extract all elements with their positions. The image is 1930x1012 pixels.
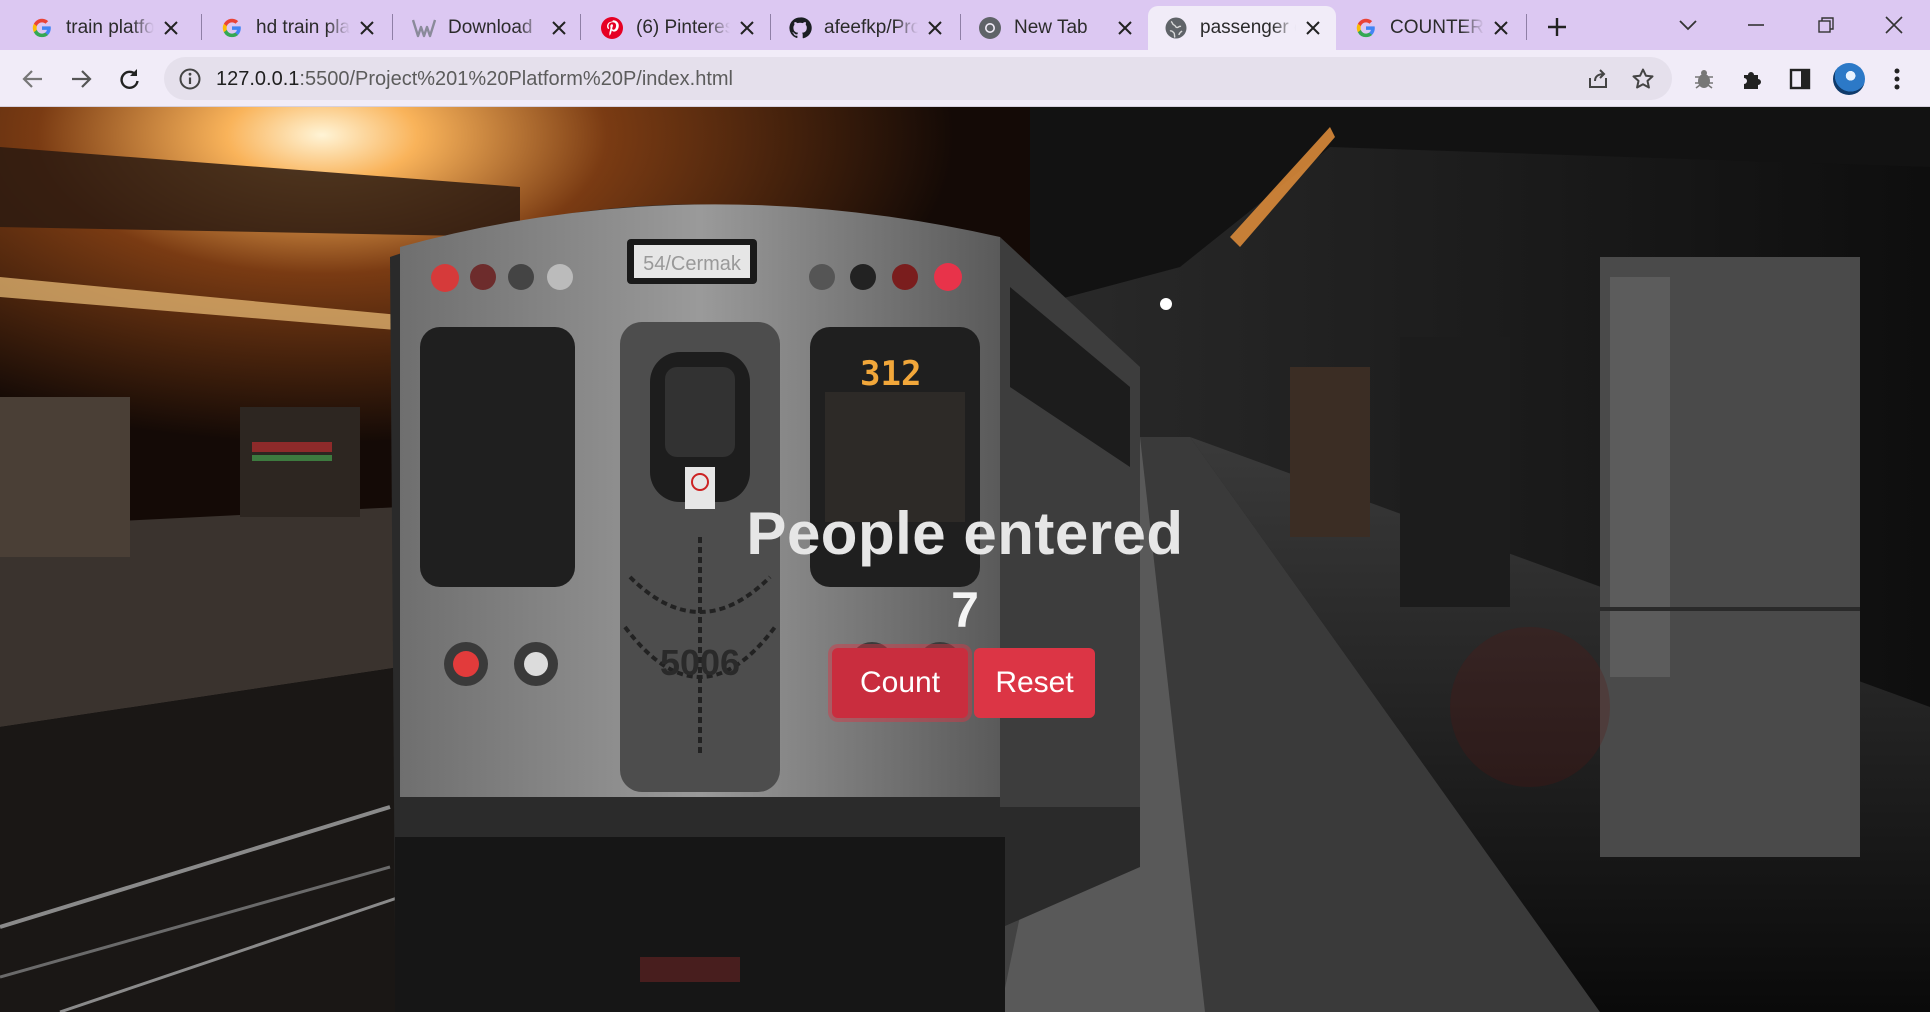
- url-text: 127.0.0.1:5500/Project%201%20Platform%20…: [216, 68, 733, 91]
- browser-toolbar: 127.0.0.1:5500/Project%201%20Platform%20…: [0, 50, 1930, 107]
- tab-separator: [392, 14, 393, 40]
- tab-separator: [960, 14, 961, 40]
- close-icon[interactable]: [356, 17, 378, 39]
- tab-counter[interactable]: COUNTER -: [1338, 6, 1524, 50]
- info-icon[interactable]: [178, 67, 202, 91]
- tab-github[interactable]: afeefkp/Pro: [772, 6, 958, 50]
- tab-hd-train-platform[interactable]: hd train platform: [204, 6, 390, 50]
- tab-separator: [1526, 14, 1527, 40]
- tab-title: afeefkp/Pro: [824, 17, 918, 38]
- reset-button[interactable]: Reset: [974, 648, 1095, 718]
- reload-button[interactable]: [110, 60, 148, 98]
- share-icon[interactable]: [1585, 66, 1611, 92]
- extensions-puzzle-icon[interactable]: [1733, 60, 1771, 98]
- url-path: :5500/Project%201%20Platform%20P/index.h…: [299, 68, 733, 90]
- count-button[interactable]: Count: [832, 648, 968, 718]
- close-icon[interactable]: [548, 17, 570, 39]
- tab-title: (6) Pinterest: [636, 17, 730, 38]
- close-icon[interactable]: [1490, 17, 1512, 39]
- page-viewport: 54/Cermak 312 5006 People entered 7 Coun…: [0, 107, 1930, 1012]
- pinterest-icon: [600, 16, 624, 40]
- tab-download[interactable]: Download: [396, 6, 582, 50]
- google-icon: [220, 16, 244, 40]
- side-panel-icon[interactable]: [1781, 60, 1819, 98]
- close-icon[interactable]: [160, 17, 182, 39]
- tab-train-platform[interactable]: train platform: [14, 6, 194, 50]
- address-bar[interactable]: 127.0.0.1:5500/Project%201%20Platform%20…: [164, 57, 1672, 100]
- bug-extension-icon[interactable]: [1685, 60, 1723, 98]
- globe-icon: [1164, 16, 1188, 40]
- close-window-button[interactable]: [1874, 8, 1914, 42]
- tab-pinterest[interactable]: (6) Pinterest: [584, 6, 770, 50]
- restore-button[interactable]: [1806, 8, 1846, 42]
- forward-button[interactable]: [62, 60, 100, 98]
- close-icon[interactable]: [924, 17, 946, 39]
- close-icon[interactable]: [1114, 17, 1136, 39]
- counter-heading: People entered: [746, 500, 1184, 567]
- close-icon[interactable]: [1302, 17, 1324, 39]
- tab-strip: train platform hd train platform Downloa…: [0, 0, 1930, 50]
- github-icon: [788, 16, 812, 40]
- count-value: 7: [951, 582, 979, 638]
- chrome-icon: [978, 16, 1002, 40]
- w-logo-icon: [412, 16, 436, 40]
- google-icon: [1354, 16, 1378, 40]
- tab-title: train platform: [66, 17, 154, 38]
- new-tab-button[interactable]: [1540, 10, 1574, 44]
- profile-avatar[interactable]: [1833, 63, 1865, 95]
- tab-title: passenger counter: [1200, 17, 1296, 38]
- tab-title: hd train platform: [256, 17, 350, 38]
- close-icon[interactable]: [736, 17, 758, 39]
- passenger-counter: People entered 7 Count Reset: [0, 107, 1930, 1012]
- tab-separator: [580, 14, 581, 40]
- tab-new-tab[interactable]: New Tab: [962, 6, 1148, 50]
- back-button[interactable]: [14, 60, 52, 98]
- tab-passenger-counter[interactable]: passenger counter: [1148, 6, 1336, 50]
- url-host: 127.0.0.1: [216, 68, 300, 90]
- tab-separator: [770, 14, 771, 40]
- minimize-button[interactable]: [1736, 8, 1776, 42]
- tab-search-button[interactable]: [1668, 8, 1708, 42]
- bookmark-star-icon[interactable]: [1630, 66, 1656, 92]
- tab-title: Download: [448, 17, 533, 38]
- menu-kebab-icon[interactable]: [1878, 60, 1916, 98]
- google-icon: [30, 16, 54, 40]
- tab-separator: [201, 14, 202, 40]
- tab-title: COUNTER -: [1390, 17, 1484, 38]
- tab-title: New Tab: [1014, 17, 1088, 38]
